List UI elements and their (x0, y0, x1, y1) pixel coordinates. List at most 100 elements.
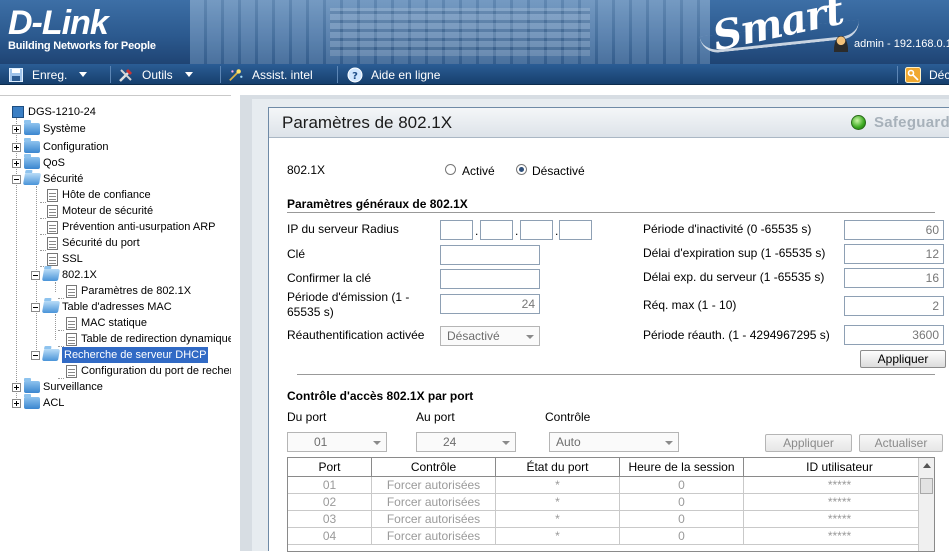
tree-item-trusted-host[interactable]: Hôte de confiance (47, 187, 151, 203)
control-select[interactable]: Auto (549, 432, 679, 452)
wizard-button[interactable]: Assist. intel (228, 64, 313, 85)
table-row[interactable]: 01 Forcer autorisées * 0 ***** (288, 477, 934, 494)
chevron-down-icon (502, 441, 510, 445)
tree-item-label: Prévention anti-usurpation ARP (62, 221, 216, 233)
smart-logo: Smart (708, 0, 848, 61)
general-apply-button[interactable]: Appliquer (860, 350, 946, 368)
tools-menu[interactable]: Outils (118, 64, 193, 85)
tx-period-field[interactable]: 24 (440, 294, 540, 314)
quiet-period-field[interactable]: 60 (844, 220, 944, 240)
tree-connector (55, 282, 56, 292)
tree-item-8021x[interactable]: 802.1X (31, 267, 97, 283)
confirm-key-field[interactable] (440, 269, 540, 289)
collapse-icon[interactable] (31, 270, 40, 280)
expand-icon[interactable] (12, 158, 21, 168)
table-scrollbar[interactable] (918, 458, 934, 551)
ip-dot: . (555, 224, 559, 238)
tree-item-label: Paramètres de 802.1X (81, 285, 192, 297)
scroll-up-arrow-icon[interactable] (923, 463, 931, 468)
tree-item-safeguard-engine[interactable]: Moteur de sécurité (47, 203, 153, 219)
dot1x-disabled-radio[interactable] (516, 164, 527, 175)
save-icon (8, 67, 24, 83)
collapse-icon[interactable] (31, 302, 40, 312)
key-field[interactable] (440, 245, 540, 265)
cell-port-state: * (496, 477, 620, 494)
tree-item-configuration[interactable]: Configuration (12, 138, 108, 155)
from-port-value: 01 (314, 435, 328, 449)
reauth-enabled-label: Réauthentification activée (287, 328, 425, 342)
radius-ip-octet-2[interactable] (480, 220, 513, 240)
expand-icon[interactable] (12, 398, 21, 408)
tree-item-8021x-settings[interactable]: Paramètres de 802.1X (66, 283, 191, 299)
tree-item-arp-spoofing[interactable]: Prévention anti-usurpation ARP (47, 219, 215, 235)
page-icon (47, 188, 58, 202)
to-port-label: Au port (416, 410, 455, 424)
cell-port: 01 (288, 477, 372, 494)
tree-connector (55, 314, 56, 340)
dot1x-enabled-radio[interactable] (445, 164, 456, 175)
tree-item-ssl[interactable]: SSL (47, 251, 83, 267)
toolbar: Enreg. Outils Assist. intel ? Aide en li… (0, 64, 949, 85)
tree-item-label: Hôte de confiance (62, 189, 151, 201)
open-folder-icon (41, 301, 61, 313)
tx-period-label-2: 65535 s) (287, 305, 334, 319)
expand-icon[interactable] (12, 382, 21, 392)
dot1x-enabled-label: Activé (462, 164, 495, 178)
tree-item-label: MAC statique (81, 317, 148, 329)
column-header-control: Contrôle (372, 458, 496, 477)
from-port-select[interactable]: 01 (287, 432, 387, 452)
tree-item-label: Surveillance (43, 381, 103, 393)
to-port-select[interactable]: 24 (416, 432, 516, 452)
cell-user-id: ***** (744, 511, 934, 528)
tree-item-port-security[interactable]: Sécurité du port (47, 235, 140, 251)
save-label: Enreg. (32, 67, 68, 82)
logo-brand: D-Link (8, 4, 109, 42)
tree-item-mac-table[interactable]: Table d'adresses MAC (31, 299, 172, 315)
tree-item-securite[interactable]: Sécurité (12, 171, 83, 187)
server-timeout-label: Délai exp. du serveur (1 -65535 s) (643, 270, 825, 284)
tree-item-dynamic-forwarding[interactable]: Table de redirection dynamique (66, 331, 231, 347)
tree-item-screening-port-config[interactable]: Configuration du port de recherche (66, 363, 231, 379)
tree-item-qos[interactable]: QoS (12, 154, 65, 171)
save-menu[interactable]: Enreg. (8, 64, 88, 85)
tree-item-dhcp-server-screening[interactable]: Recherche de serveur DHCP (31, 347, 209, 363)
radius-ip-octet-1[interactable] (440, 220, 473, 240)
chevron-down-icon (526, 335, 534, 339)
collapse-icon[interactable] (31, 350, 40, 360)
panel-title-bar: Paramètres de 802.1X Safeguard (269, 108, 949, 138)
tree-item-static-mac[interactable]: MAC statique (66, 315, 147, 331)
logout-button[interactable]: Déco (905, 64, 949, 85)
port-apply-button[interactable]: Appliquer (765, 434, 852, 452)
server-timeout-field[interactable]: 16 (844, 268, 944, 288)
expand-icon[interactable] (12, 124, 21, 134)
toolbar-separator (337, 66, 338, 83)
table-row[interactable]: 03 Forcer autorisées * 0 ***** (288, 511, 934, 528)
section-divider (287, 212, 935, 213)
tree-item-surveillance[interactable]: Surveillance (12, 378, 103, 395)
expand-icon[interactable] (12, 142, 21, 152)
reauth-enabled-select[interactable]: Désactivé (440, 326, 540, 346)
scroll-thumb[interactable] (920, 478, 933, 494)
table-row[interactable]: 04 Forcer autorisées * 0 ***** (288, 528, 934, 545)
refresh-button[interactable]: Actualiser (859, 434, 943, 452)
max-req-field[interactable]: 2 (844, 296, 944, 316)
reauth-period-field[interactable]: 3600 (844, 325, 944, 345)
tree-item-systeme[interactable]: Système (12, 120, 86, 137)
chevron-down-icon (79, 72, 88, 77)
help-button[interactable]: ? Aide en ligne (347, 64, 440, 85)
radius-ip-octet-4[interactable] (559, 220, 592, 240)
table-row[interactable]: 02 Forcer autorisées * 0 ***** (288, 494, 934, 511)
control-label: Contrôle (545, 410, 591, 424)
user-icon (834, 36, 848, 52)
page-icon (66, 316, 77, 330)
user-text: admin - 192.168.0.1 (854, 37, 949, 50)
page-icon (47, 204, 58, 218)
tree-item-acl[interactable]: ACL (12, 394, 64, 411)
tree-root[interactable]: DGS-1210-24 (12, 104, 96, 120)
collapse-icon[interactable] (12, 174, 21, 184)
safeguard-status-icon (850, 115, 866, 130)
navigation-tree: DGS-1210-24 Système Configuration QoS Sé… (0, 95, 231, 551)
radius-ip-octet-3[interactable] (520, 220, 553, 240)
safeguard-label: Safeguard (873, 114, 949, 131)
supp-timeout-field[interactable]: 12 (844, 244, 944, 264)
